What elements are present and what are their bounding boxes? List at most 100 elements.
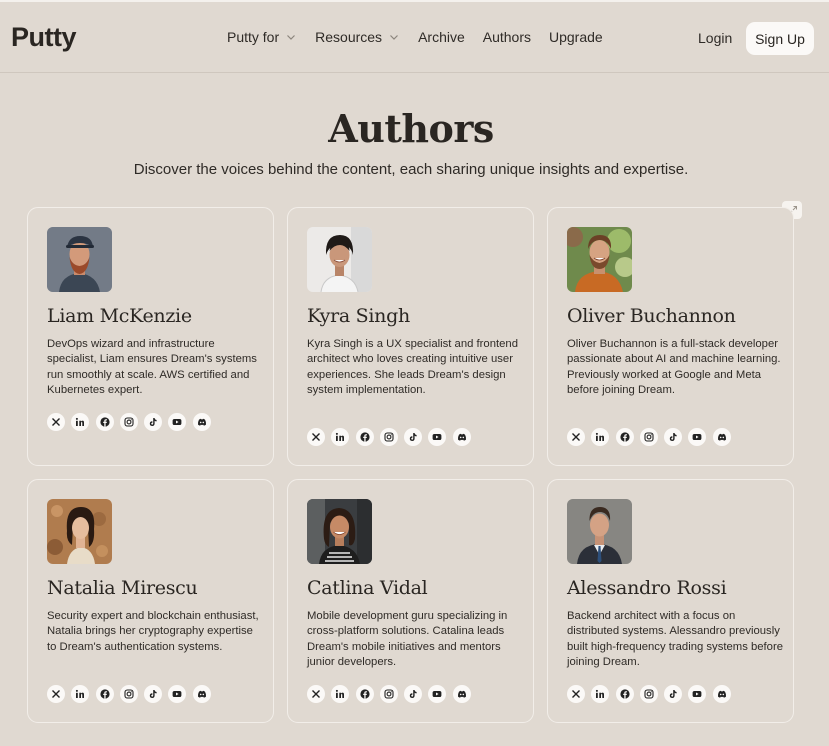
author-card[interactable]: Oliver Buchannon Oliver Buchannon is a f… xyxy=(547,207,794,466)
tiktok-link[interactable] xyxy=(144,685,163,703)
login-link[interactable]: Login xyxy=(698,30,732,46)
x-link[interactable] xyxy=(307,685,325,703)
facebook-link[interactable] xyxy=(615,428,634,446)
youtube-link[interactable] xyxy=(428,428,447,446)
facebook-link[interactable] xyxy=(615,685,634,703)
tiktok-link[interactable] xyxy=(664,685,683,703)
author-name[interactable]: Alessandro Rossi xyxy=(567,577,727,599)
author-bio: Kyra Singh is a UX specialist and fronte… xyxy=(307,338,518,396)
youtube-link[interactable] xyxy=(428,685,447,703)
linkedin-link[interactable] xyxy=(591,428,610,446)
x-link[interactable] xyxy=(567,685,585,703)
author-bio: Mobile development guru specializing in … xyxy=(307,610,508,668)
social-links xyxy=(47,685,217,703)
nav-archive[interactable]: Archive xyxy=(418,29,465,45)
discord-link[interactable] xyxy=(712,428,731,446)
signup-button[interactable]: Sign Up xyxy=(746,22,814,55)
discord-icon xyxy=(457,433,466,441)
author-avatar xyxy=(307,227,372,292)
youtube-link[interactable] xyxy=(168,413,187,431)
nav-label: Resources xyxy=(315,29,383,45)
linkedin-link[interactable] xyxy=(331,428,350,446)
youtube-link[interactable] xyxy=(688,685,707,703)
chevron-down-icon xyxy=(390,35,398,40)
tiktok-link[interactable] xyxy=(144,413,163,431)
instagram-icon xyxy=(644,689,654,699)
nav-putty-for[interactable]: Putty for xyxy=(227,29,297,45)
facebook-link[interactable] xyxy=(95,685,114,703)
author-card[interactable]: Kyra Singh Kyra Singh is a UX specialist… xyxy=(287,207,534,466)
nav-resources[interactable]: Resources xyxy=(315,29,400,45)
discord-icon xyxy=(197,690,206,698)
discord-link[interactable] xyxy=(452,428,471,446)
discord-link[interactable] xyxy=(192,413,211,431)
youtube-link[interactable] xyxy=(168,685,187,703)
author-bio: DevOps wizard and infrastructure special… xyxy=(47,338,257,396)
facebook-link[interactable] xyxy=(355,428,374,446)
tiktok-icon xyxy=(409,433,417,441)
author-name[interactable]: Catlina Vidal xyxy=(307,577,428,599)
author-name[interactable]: Natalia Mirescu xyxy=(47,577,198,599)
facebook-link[interactable] xyxy=(95,413,114,431)
x-icon xyxy=(572,690,580,698)
social-links xyxy=(307,428,477,446)
linkedin-link[interactable] xyxy=(71,413,90,431)
instagram-link[interactable] xyxy=(379,685,398,703)
main-nav: Putty for Resources Archive Authors Upgr… xyxy=(227,29,603,45)
discord-icon xyxy=(717,690,726,698)
chevron-down-icon xyxy=(287,35,296,40)
discord-link[interactable] xyxy=(452,685,471,703)
social-links xyxy=(307,685,477,703)
discord-link[interactable] xyxy=(712,685,731,703)
discord-icon xyxy=(197,418,206,426)
author-bio: Backend architect with a focus on distri… xyxy=(567,610,784,668)
linkedin-icon xyxy=(76,689,85,698)
instagram-link[interactable] xyxy=(639,428,658,446)
author-card[interactable]: Alessandro Rossi Backend architect with … xyxy=(547,479,794,723)
instagram-link[interactable] xyxy=(639,685,658,703)
tiktok-link[interactable] xyxy=(664,428,683,446)
linkedin-link[interactable] xyxy=(71,685,90,703)
linkedin-link[interactable] xyxy=(591,685,610,703)
youtube-icon xyxy=(173,419,182,425)
discord-link[interactable] xyxy=(192,685,211,703)
nav-upgrade[interactable]: Upgrade xyxy=(549,29,603,45)
x-link[interactable] xyxy=(307,428,325,446)
x-icon xyxy=(52,418,60,426)
instagram-icon xyxy=(384,432,394,442)
x-link[interactable] xyxy=(567,428,585,446)
linkedin-link[interactable] xyxy=(331,685,350,703)
page-subtitle: Discover the voices behind the content, … xyxy=(133,161,689,178)
linkedin-icon xyxy=(76,417,85,426)
instagram-link[interactable] xyxy=(119,685,138,703)
linkedin-icon xyxy=(596,432,605,441)
instagram-link[interactable] xyxy=(119,413,138,431)
x-link[interactable] xyxy=(47,685,65,703)
facebook-link[interactable] xyxy=(355,685,374,703)
instagram-link[interactable] xyxy=(379,428,398,446)
facebook-icon xyxy=(99,689,110,699)
tiktok-link[interactable] xyxy=(404,428,423,446)
author-card[interactable]: Liam McKenzie DevOps wizard and infrastr… xyxy=(27,207,274,466)
social-links xyxy=(47,413,217,431)
x-icon xyxy=(572,433,580,441)
facebook-icon xyxy=(99,417,110,427)
facebook-icon xyxy=(359,432,370,442)
facebook-icon xyxy=(359,689,370,699)
x-link[interactable] xyxy=(47,413,65,431)
author-card[interactable]: Catlina Vidal Mobile development guru sp… xyxy=(287,479,534,723)
logo[interactable]: Putty xyxy=(11,22,77,53)
youtube-icon xyxy=(693,434,702,440)
discord-icon xyxy=(457,690,466,698)
author-avatar xyxy=(567,499,632,564)
youtube-link[interactable] xyxy=(688,428,707,446)
author-name[interactable]: Kyra Singh xyxy=(307,305,410,327)
author-card[interactable]: Natalia Mirescu Security expert and bloc… xyxy=(27,479,274,723)
x-icon xyxy=(312,433,320,441)
discord-icon xyxy=(717,433,726,441)
nav-authors[interactable]: Authors xyxy=(483,29,531,45)
tiktok-link[interactable] xyxy=(404,685,423,703)
author-name[interactable]: Oliver Buchannon xyxy=(567,305,736,327)
social-links xyxy=(567,428,737,446)
author-name[interactable]: Liam McKenzie xyxy=(47,305,192,327)
